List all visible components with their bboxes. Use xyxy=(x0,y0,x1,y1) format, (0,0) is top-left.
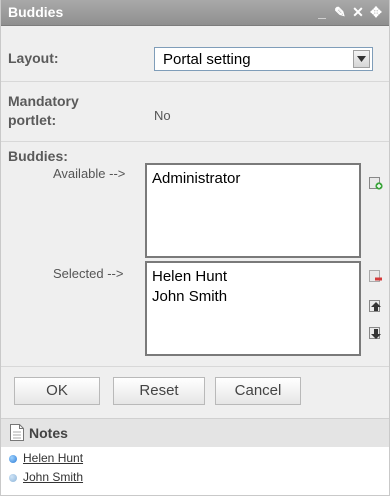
divider xyxy=(1,81,389,82)
mandatory-label: Mandatory portlet: xyxy=(8,93,79,128)
notes-list: Helen Hunt John Smith xyxy=(1,447,389,495)
notes-header: Notes xyxy=(1,418,389,447)
notes-icon xyxy=(10,424,24,444)
move-up-icon[interactable] xyxy=(369,299,383,313)
selected-listbox[interactable]: Helen Hunt John Smith xyxy=(145,261,361,356)
reset-button[interactable]: Reset xyxy=(113,377,205,405)
ok-button[interactable]: OK xyxy=(14,377,100,405)
bullet-icon xyxy=(9,454,17,463)
available-label: Available --> xyxy=(53,166,126,181)
list-item: Helen Hunt xyxy=(9,451,83,465)
selected-label: Selected --> xyxy=(53,266,124,281)
divider xyxy=(1,141,389,142)
minimize-icon[interactable]: _ xyxy=(315,3,329,21)
divider xyxy=(1,366,389,367)
cancel-button[interactable]: Cancel xyxy=(215,377,301,405)
move-down-icon[interactable] xyxy=(369,326,383,340)
bullet-icon xyxy=(9,473,17,482)
buddies-label: Buddies: xyxy=(8,148,68,164)
available-listbox[interactable]: Administrator xyxy=(145,163,361,258)
list-item[interactable]: John Smith xyxy=(152,287,354,307)
move-icon[interactable]: ✥ xyxy=(369,3,383,21)
add-buddy-icon[interactable] xyxy=(369,176,383,190)
window-title: Buddies xyxy=(8,4,64,20)
layout-label: Layout: xyxy=(8,50,59,66)
list-item: John Smith xyxy=(9,470,83,484)
titlebar-controls: _ ✎ ✕ ✥ xyxy=(315,3,383,21)
notes-title: Notes xyxy=(29,425,68,441)
chevron-down-icon[interactable] xyxy=(353,50,370,68)
mandatory-value: No xyxy=(154,108,171,123)
layout-select[interactable]: Portal setting xyxy=(154,47,373,71)
note-link[interactable]: John Smith xyxy=(23,470,83,484)
note-link[interactable]: Helen Hunt xyxy=(23,451,83,465)
close-icon[interactable]: ✕ xyxy=(351,3,365,21)
list-item[interactable]: Administrator xyxy=(152,169,354,189)
edit-icon[interactable]: ✎ xyxy=(333,3,347,21)
remove-buddy-icon[interactable] xyxy=(369,269,383,283)
list-item[interactable]: Helen Hunt xyxy=(152,267,354,287)
buddies-portlet: Buddies _ ✎ ✕ ✥ Layout: Portal setting M… xyxy=(0,0,390,496)
titlebar: Buddies _ ✎ ✕ ✥ xyxy=(1,0,389,26)
layout-select-value: Portal setting xyxy=(163,51,251,68)
